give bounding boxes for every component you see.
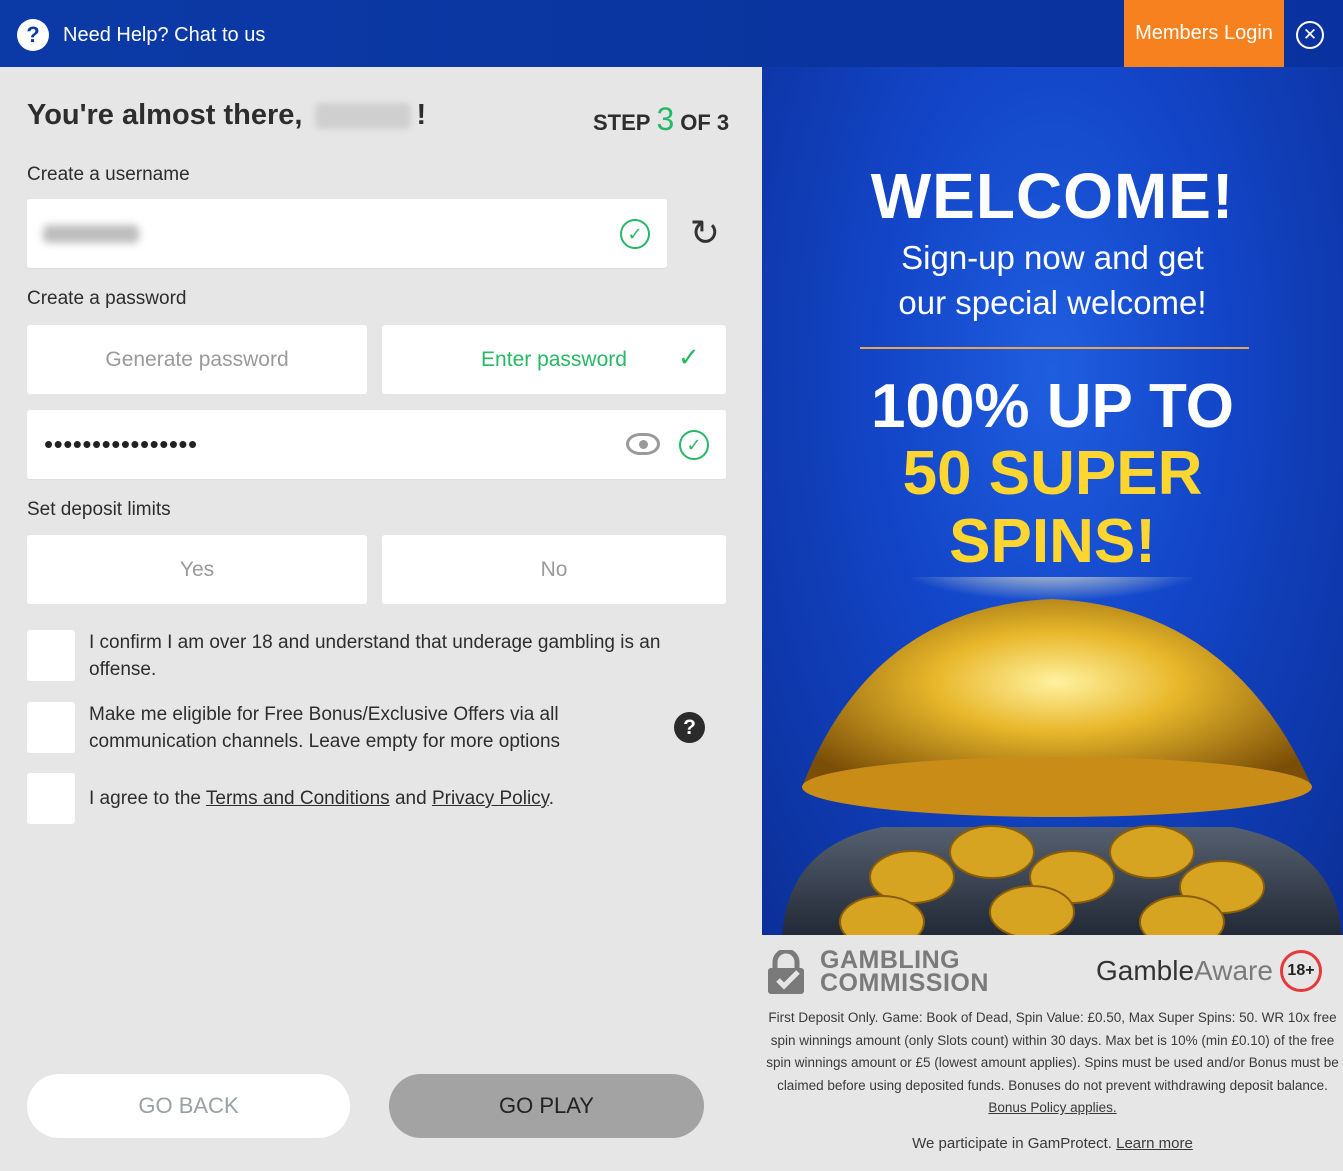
enter-password-label: Enter password xyxy=(481,347,627,371)
welcome-subtitle-line2: our special welcome! xyxy=(898,284,1207,321)
gc-line2: COMMISSION xyxy=(820,969,989,997)
enter-password-button[interactable]: Enter password ✓ xyxy=(382,325,726,394)
agree-suffix: . xyxy=(548,788,555,809)
members-login-button[interactable]: Members Login xyxy=(1124,0,1284,67)
go-back-button[interactable]: GO BACK xyxy=(27,1074,350,1138)
gamprotect-text: We participate in GamProtect. xyxy=(912,1135,1112,1152)
welcome-heading: WELCOME! xyxy=(870,160,1235,232)
welcome-subtitle: Sign-up now and get our special welcome! xyxy=(762,235,1343,325)
username-value-blurred xyxy=(43,225,139,243)
page-title: You're almost there, ! xyxy=(27,99,426,132)
agree-prefix: I agree to the xyxy=(89,788,201,809)
age-confirm-text: I confirm I am over 18 and understand th… xyxy=(89,632,661,680)
offers-checkbox[interactable] xyxy=(27,702,75,753)
age-18-badge: 18+ xyxy=(1280,950,1322,992)
title-prefix: You're almost there, xyxy=(27,99,303,131)
offers-help-icon[interactable]: ? xyxy=(674,712,705,743)
offer-spins: 50 SUPER SPINS! xyxy=(762,440,1343,576)
step-word: STEP xyxy=(593,110,651,135)
deposit-limits-yes-button[interactable]: Yes xyxy=(27,535,367,604)
username-field[interactable]: ✓ xyxy=(27,199,667,268)
offer-line-1: 100% UP TO xyxy=(870,372,1234,441)
terms-link[interactable]: Terms and Conditions xyxy=(206,788,390,809)
age-confirm-checkbox[interactable] xyxy=(27,630,75,681)
gamprotect-note: We participate in GamProtect. Learn more xyxy=(762,1135,1343,1152)
promo-banner: WELCOME! Sign-up now and get our special… xyxy=(762,67,1343,935)
offers-text: Make me eligible for Free Bonus/Exclusiv… xyxy=(89,704,561,752)
deposit-limits-no-button[interactable]: No xyxy=(382,535,726,604)
promo-divider xyxy=(860,347,1249,349)
question-icon: ? xyxy=(17,19,49,51)
step-total: OF 3 xyxy=(680,110,730,135)
password-value: •••••••••••••••• xyxy=(44,429,198,459)
close-icon[interactable]: ✕ xyxy=(1296,21,1324,49)
generate-password-button[interactable]: Generate password xyxy=(27,325,367,394)
gambling-commission-logo: GAMBLING COMMISSION xyxy=(766,948,989,997)
offer-line-3: SPINS! xyxy=(949,507,1156,576)
top-bar: ? Need Help? Chat to us Members Login ✕ xyxy=(0,0,1343,67)
step-current: 3 xyxy=(656,101,675,137)
compliance-footer: GAMBLING COMMISSION GambleAware 18+ Firs… xyxy=(762,935,1343,1171)
help-chat-text: Need Help? Chat to us xyxy=(63,23,266,46)
terms-checkbox[interactable] xyxy=(27,773,75,824)
padlock-check-icon xyxy=(768,950,804,994)
gold-pot-image xyxy=(782,577,1342,935)
deposit-limits-label: Set deposit limits xyxy=(27,499,171,520)
title-suffix: ! xyxy=(416,99,427,131)
bonus-terms: First Deposit Only. Game: Book of Dead, … xyxy=(762,1007,1343,1120)
ga-gamble: Gamble xyxy=(1096,955,1195,986)
blurred-user-name xyxy=(314,102,411,129)
privacy-link[interactable]: Privacy Policy xyxy=(432,788,549,809)
username-label: Create a username xyxy=(27,164,190,185)
password-field[interactable]: •••••••••••••••• ✓ xyxy=(27,410,726,479)
eye-icon[interactable] xyxy=(626,433,660,455)
welcome-subtitle-line1: Sign-up now and get xyxy=(901,239,1204,276)
help-chat-link[interactable]: ? Need Help? Chat to us xyxy=(17,19,265,51)
bonus-policy-link[interactable]: Bonus Policy applies. xyxy=(988,1100,1116,1115)
terms-agree-text: I agree to the Terms and Conditions and … xyxy=(89,785,689,812)
gambleaware-logo: GambleAware xyxy=(1096,955,1273,987)
offer-line-2: 50 SUPER xyxy=(902,439,1203,508)
go-play-button[interactable]: GO PLAY xyxy=(389,1074,704,1138)
step-indicator: STEP 3 OF 3 xyxy=(593,101,729,138)
username-valid-check-icon: ✓ xyxy=(620,219,650,249)
ga-aware: Aware xyxy=(1194,955,1273,986)
checkmark-icon: ✓ xyxy=(678,342,700,372)
password-valid-check-icon: ✓ xyxy=(679,430,709,460)
agree-and: and xyxy=(394,788,427,809)
signup-form: You're almost there, ! STEP 3 OF 3 Creat… xyxy=(0,67,762,1171)
bonus-terms-text: First Deposit Only. Game: Book of Dead, … xyxy=(766,1010,1339,1093)
refresh-username-icon[interactable]: ↻ xyxy=(686,214,724,252)
password-label: Create a password xyxy=(27,288,187,309)
learn-more-link[interactable]: Learn more xyxy=(1116,1135,1193,1152)
